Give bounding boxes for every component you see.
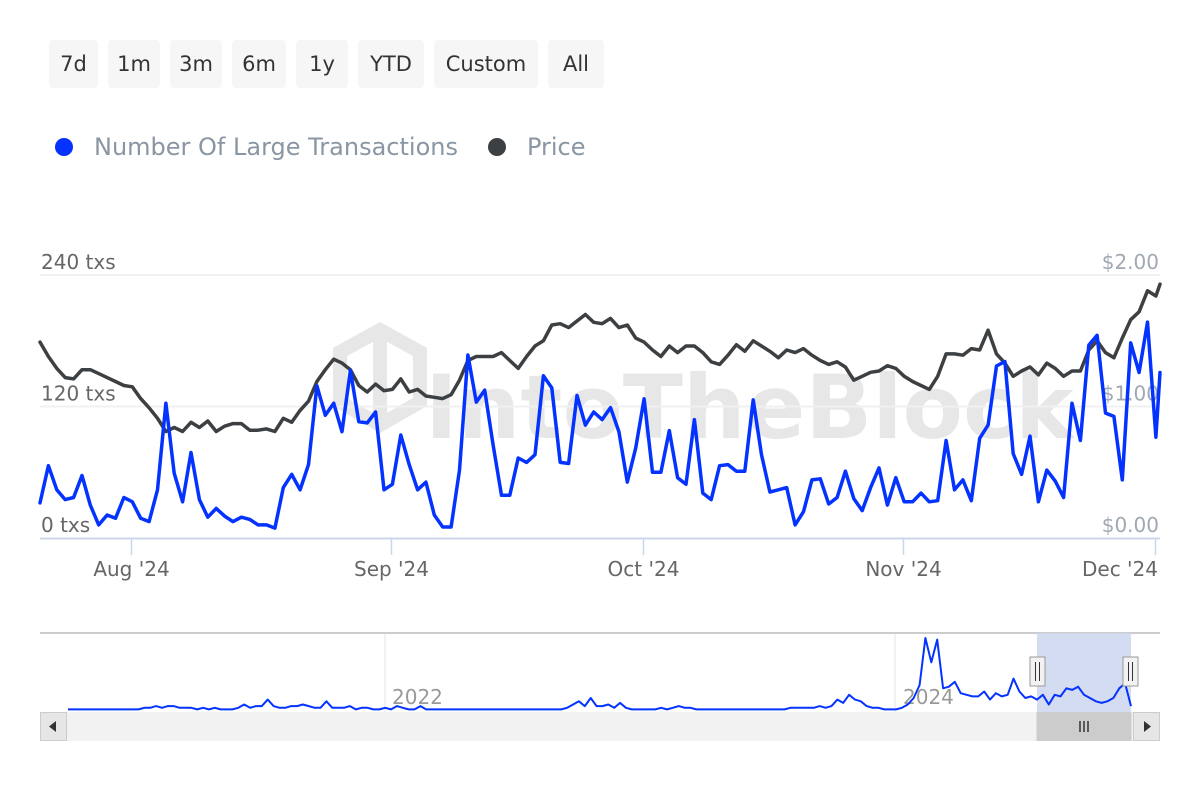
scrollbar-thumb[interactable] — [1036, 712, 1132, 741]
y-left-tick-label: 120 txs — [41, 382, 116, 406]
navigator-handle-right[interactable] — [1122, 656, 1139, 687]
scrollbar-track[interactable] — [40, 712, 1160, 741]
scroll-left-button[interactable] — [40, 712, 67, 741]
y-right-tick-label: $0.00 — [1102, 513, 1159, 537]
navigator-series — [68, 637, 1132, 711]
navigator-handle-left[interactable] — [1029, 656, 1046, 687]
navigator-year-label: 2022 — [392, 685, 443, 709]
x-tick-label: Nov '24 — [865, 557, 941, 581]
x-tick-label: Oct '24 — [608, 557, 680, 581]
navigator: 2022 2024 — [40, 632, 1160, 713]
navigator-line — [68, 637, 1132, 711]
scroll-right-button[interactable] — [1133, 712, 1160, 741]
chart-canvas: IntoTheBlock 0 txs120 txs240 txs $0.00$1… — [38, 250, 1162, 741]
y-left-tick-label: 240 txs — [41, 250, 116, 274]
y-right-tick-label: $2.00 — [1102, 250, 1159, 274]
x-tick-label: Dec '24 — [1082, 557, 1158, 581]
navigator-year-label: 2024 — [903, 685, 954, 709]
x-tick-label: Aug '24 — [93, 557, 169, 581]
x-axis: Aug '24 Sep '24 Oct '24 Nov '24 Dec '24 — [93, 539, 1158, 581]
y-left-tick-label: 0 txs — [41, 513, 90, 537]
scrollbar — [40, 712, 1160, 741]
y-axis-left: 0 txs 120 txs 240 txs — [41, 250, 116, 537]
x-tick-label: Sep '24 — [354, 557, 429, 581]
